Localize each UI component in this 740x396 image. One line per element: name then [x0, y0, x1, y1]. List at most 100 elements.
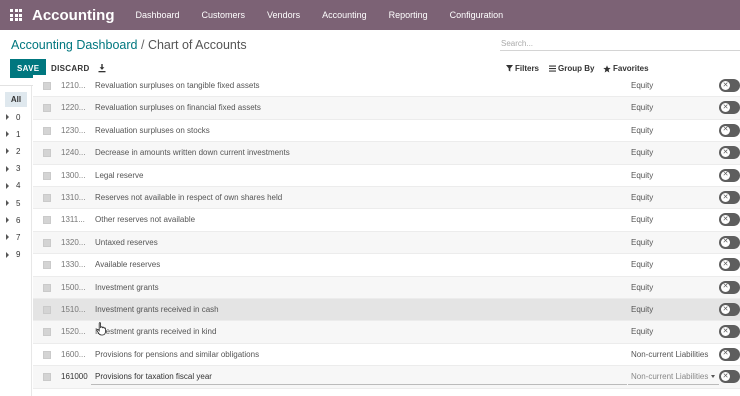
favorites-toggle[interactable]: Favorites: [603, 64, 649, 73]
caret-right-icon[interactable]: [6, 217, 9, 224]
caret-right-icon[interactable]: [6, 182, 9, 189]
download-icon[interactable]: [97, 63, 107, 73]
table-row[interactable]: 1230... Revaluation surpluses on stocks Eq…: [33, 119, 740, 143]
archive-toggle[interactable]: ✕: [719, 168, 740, 182]
caret-right-icon[interactable]: [6, 114, 9, 120]
row-checkbox[interactable]: [43, 104, 51, 113]
row-checkbox[interactable]: [43, 194, 51, 202]
menu-accounting[interactable]: Accounting: [311, 10, 378, 20]
hand-cursor-icon: [96, 322, 106, 336]
archive-toggle[interactable]: ✕: [719, 258, 740, 272]
row-checkbox[interactable]: [43, 261, 51, 270]
table-row[interactable]: 1320... Untaxed reserves Equity ✕: [33, 231, 740, 255]
close-icon: ✕: [722, 238, 729, 246]
caret-right-icon[interactable]: [6, 165, 9, 172]
archive-toggle[interactable]: ✕: [719, 191, 740, 204]
close-icon: ✕: [722, 126, 729, 134]
funnel-icon: [506, 65, 513, 72]
row-checkbox[interactable]: [43, 171, 51, 180]
account-code: 1220...: [61, 103, 86, 113]
sidebar-item-2[interactable]: 2: [6, 146, 20, 156]
caret-right-icon[interactable]: [6, 200, 9, 206]
search-input[interactable]: [500, 37, 740, 51]
account-code: 1240...: [61, 148, 86, 158]
account-code: 1520...: [61, 327, 86, 337]
account-code: 1510...: [61, 305, 86, 314]
sidebar-item-9[interactable]: 9: [6, 250, 20, 260]
close-icon: ✕: [722, 260, 729, 268]
row-checkbox[interactable]: [43, 126, 51, 135]
sidebar-item-1[interactable]: 1: [6, 129, 20, 139]
account-code: 1500...: [61, 282, 86, 292]
account-type: Equity: [631, 237, 654, 247]
table-row[interactable]: 1240... Decrease in amounts written down …: [33, 142, 740, 165]
archive-toggle[interactable]: ✕: [719, 213, 740, 227]
sidebar-item-4[interactable]: 4: [6, 181, 20, 191]
account-code: 1310...: [61, 193, 86, 202]
menu-configuration[interactable]: Configuration: [439, 10, 515, 20]
close-icon: ✕: [722, 327, 729, 335]
chevron-down-icon[interactable]: [711, 375, 715, 379]
archive-toggle[interactable]: ✕: [719, 146, 740, 160]
table-row[interactable]: 1220... Revaluation surpluses on financia…: [33, 97, 740, 120]
archive-toggle[interactable]: ✕: [719, 370, 740, 384]
sidebar-item-6[interactable]: 6: [6, 215, 20, 225]
menu-reporting[interactable]: Reporting: [378, 10, 439, 20]
caret-right-icon[interactable]: [6, 234, 9, 241]
caret-right-icon[interactable]: [6, 251, 9, 258]
table-row[interactable]: 1210... Revaluation surpluses on tangible…: [33, 75, 740, 98]
apps-grid-icon[interactable]: [10, 9, 22, 21]
filters-toggle[interactable]: Filters: [506, 64, 539, 73]
table-row[interactable]: 1310... Reserves not available in respect…: [33, 187, 740, 210]
table-row[interactable]: 1300... Legal reserve Equity ✕: [33, 164, 740, 187]
row-checkbox[interactable]: [43, 350, 51, 359]
table-row[interactable]: 1510... Investment grants received in cas…: [33, 299, 740, 322]
archive-toggle[interactable]: ✕: [719, 101, 740, 115]
close-icon: ✕: [722, 193, 729, 201]
account-type: Non-current Liabilities: [631, 372, 709, 382]
table-row[interactable]: 1520... Investment grants received in kin…: [33, 321, 740, 344]
menu-vendors[interactable]: Vendors: [256, 10, 311, 20]
table-row[interactable]: 1600... Provisions for pensions and simil…: [33, 343, 740, 367]
top-navbar: Accounting Dashboard Customers Vendors A…: [0, 0, 740, 30]
sidebar-item-label: 3: [16, 164, 21, 174]
account-type: Equity: [631, 305, 654, 314]
row-checkbox[interactable]: [43, 238, 51, 247]
menu-dashboard[interactable]: Dashboard: [125, 10, 191, 20]
archive-toggle[interactable]: ✕: [719, 347, 740, 361]
account-name: Investment grants: [95, 282, 159, 292]
sidebar-item-5[interactable]: 5: [6, 198, 20, 208]
archive-toggle[interactable]: ✕: [719, 280, 740, 294]
sidebar-item-0[interactable]: 0: [6, 112, 20, 122]
app-brand[interactable]: Accounting: [32, 7, 115, 24]
account-name: Investment grants received in cash: [95, 305, 219, 314]
row-checkbox[interactable]: [43, 328, 51, 337]
archive-toggle[interactable]: ✕: [719, 303, 740, 316]
archive-toggle[interactable]: ✕: [719, 123, 740, 137]
sidebar-item-3[interactable]: 3: [6, 164, 20, 174]
sidebar-item-all[interactable]: All: [5, 92, 27, 107]
sidebar-item-7[interactable]: 7: [6, 232, 20, 242]
table-row-editing[interactable]: 161000 Provisions for taxation fiscal yea…: [33, 366, 740, 389]
row-checkbox[interactable]: [43, 149, 51, 158]
row-checkbox[interactable]: [43, 306, 51, 314]
caret-right-icon[interactable]: [6, 148, 9, 155]
table-row[interactable]: 1500... Investment grants Equity ✕: [33, 276, 740, 299]
archive-toggle[interactable]: ✕: [719, 235, 740, 249]
breadcrumb-parent-link[interactable]: Accounting Dashboard: [11, 38, 137, 52]
row-checkbox[interactable]: [43, 373, 51, 382]
menu-customers[interactable]: Customers: [191, 10, 257, 20]
account-type: Equity: [631, 327, 654, 337]
sidebar-all-label: All: [10, 95, 22, 104]
table-row[interactable]: 1311... Other reserves not available Equit…: [33, 209, 740, 232]
sidebar-item-label: 2: [16, 146, 21, 156]
row-checkbox[interactable]: [43, 216, 51, 225]
group-by-toggle[interactable]: Group By: [549, 64, 594, 73]
archive-toggle[interactable]: ✕: [719, 325, 740, 339]
table-row[interactable]: 1330... Available reserves Equity ✕: [33, 254, 740, 277]
sidebar-item-label: 7: [16, 232, 21, 242]
caret-right-icon[interactable]: [6, 131, 9, 138]
archive-toggle[interactable]: ✕: [719, 79, 740, 92]
row-checkbox[interactable]: [43, 82, 51, 90]
row-checkbox[interactable]: [43, 283, 51, 292]
